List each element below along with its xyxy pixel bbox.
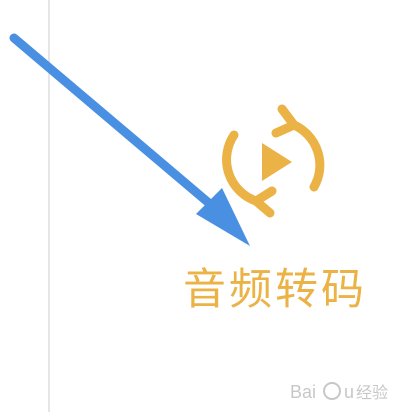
- app-label: 音频转码: [183, 265, 367, 315]
- audio-transcode-app-tile[interactable]: 音频转码: [170, 85, 380, 325]
- svg-text:Bai: Bai: [290, 382, 316, 402]
- watermark-logo-icon: Bai u 经验: [290, 382, 388, 402]
- play-refresh-icon[interactable]: [210, 95, 340, 225]
- screen: 音频转码 Bai u 经验: [0, 0, 420, 412]
- watermark: Bai u 经验: [290, 376, 410, 406]
- svg-text:经验: 经验: [356, 383, 388, 402]
- svg-text:u: u: [344, 382, 354, 402]
- divider-line: [48, 0, 50, 412]
